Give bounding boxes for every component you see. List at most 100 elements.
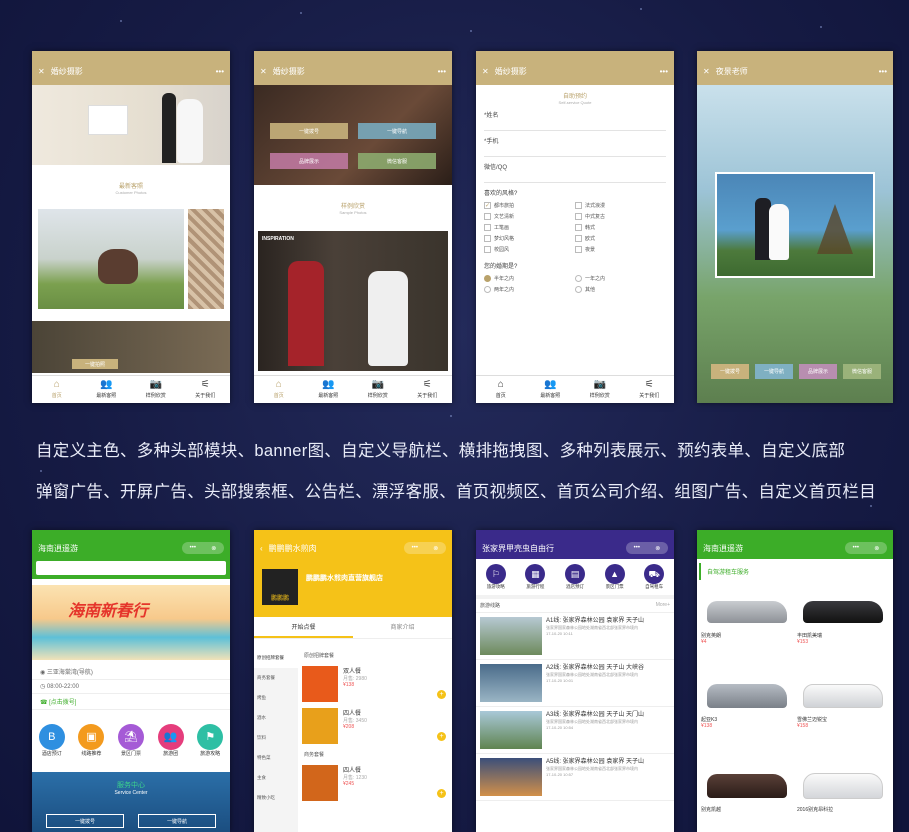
style-option[interactable]: ✓ 都市旅拍 [484, 202, 575, 209]
capsule-menu[interactable]: ••• ⊗ [404, 542, 446, 554]
call-button[interactable]: 一键拨号 [711, 364, 749, 379]
capsule-menu[interactable]: ••• ⊗ [845, 542, 887, 554]
menu-item[interactable]: 四人餐 月售: 3450 ¥208 + [302, 705, 448, 747]
client-photo-side[interactable] [188, 209, 224, 309]
category-item[interactable]: 烤鱼 [254, 688, 298, 708]
quick-guide[interactable]: ⚑ 旅游攻略 [197, 724, 224, 757]
brand-button[interactable]: 品牌展示 [270, 153, 348, 169]
wechat-field[interactable] [484, 173, 666, 183]
tab-home[interactable]: ⌂ 首页 [476, 376, 526, 403]
car-card[interactable]: 2016别克昂科拉 [797, 766, 889, 813]
tab-home[interactable]: ⌂ 首页 [254, 376, 304, 403]
tab-samples[interactable]: 📷 样例欣赏 [575, 376, 625, 403]
close-icon[interactable]: ✕ [260, 67, 267, 76]
back-icon[interactable]: ‹ [260, 544, 263, 553]
quick-hotel[interactable]: B 酒店预订 [38, 724, 65, 757]
style-option[interactable]: 韩式 [575, 224, 666, 231]
date-option[interactable]: 两年之内 [484, 286, 575, 293]
list-item[interactable]: A1线: 张家界森林公园 袁家界 天子山 张家界国家森林公园地处湖南省西北部张家界… [476, 613, 674, 660]
close-icon[interactable]: ✕ [703, 67, 710, 76]
tab-clients[interactable]: 👥 最新客照 [526, 376, 576, 403]
call-button[interactable]: 一键拨号 [46, 814, 124, 828]
capsule-menu[interactable]: ••• ⊗ [626, 542, 668, 554]
more-icon[interactable]: ••• [190, 545, 196, 551]
call-button[interactable]: 一键拍照 [72, 359, 118, 369]
close-circle-icon[interactable]: ⊗ [211, 545, 216, 552]
sample-photo[interactable]: INSPIRATION [258, 231, 448, 371]
car-card[interactable]: 别克英朗 ¥4 [701, 592, 793, 645]
more-icon[interactable]: ••• [216, 67, 224, 76]
banner[interactable]: 海南新春行 [32, 585, 230, 660]
car-card[interactable]: 起亚K3 ¥138 [701, 676, 793, 729]
quick-group[interactable]: 👥 旅游团 [157, 724, 184, 757]
more-icon[interactable]: ••• [879, 67, 887, 76]
second-banner[interactable]: 一键拍照 [32, 321, 230, 373]
close-circle-icon[interactable]: ⊗ [433, 545, 438, 552]
quick-ticket[interactable]: ▲ 景区门票 [604, 564, 625, 590]
quick-ticket[interactable]: ⛱ 景区门票 [117, 724, 144, 757]
close-icon[interactable]: ✕ [38, 67, 45, 76]
tab-order[interactable]: 开始点餐 [254, 617, 353, 638]
category-item[interactable]: 特色菜 [254, 748, 298, 768]
quick-car[interactable]: ⛟ 自驾租车 [644, 564, 665, 590]
close-circle-icon[interactable]: ⊗ [874, 545, 879, 552]
date-option[interactable]: 半年之内 [484, 275, 575, 282]
wechat-button[interactable]: 微信客服 [843, 364, 881, 379]
list-item[interactable]: A5线: 张家界森林公园 袁家界 天子山 张家界国家森林公园地处湖南省西北部张家界… [476, 754, 674, 801]
name-field[interactable] [484, 121, 666, 131]
nav-button[interactable]: 一键导航 [358, 123, 436, 139]
phone-field[interactable] [484, 147, 666, 157]
menu-item[interactable]: 四人餐 月售: 1230 ¥245 + [302, 762, 448, 804]
add-icon[interactable]: + [437, 690, 446, 699]
tab-samples[interactable]: 📷 样例欣赏 [353, 376, 403, 403]
more-icon[interactable]: ••• [438, 67, 446, 76]
popup-ad-image[interactable] [715, 172, 875, 278]
tab-clients[interactable]: 👥 最新客照 [304, 376, 354, 403]
style-option[interactable]: 欧式 [575, 235, 666, 242]
quick-trip[interactable]: ▦ 旅游行程 [525, 564, 546, 590]
tab-about[interactable]: ⚟ 关于我们 [181, 376, 231, 403]
quick-hotel[interactable]: ▤ 酒店预订 [564, 564, 585, 590]
tab-home[interactable]: ⌂ 首页 [32, 376, 82, 403]
capsule-menu[interactable]: ••• ⊗ [182, 542, 224, 554]
add-icon[interactable]: + [437, 789, 446, 798]
list-item[interactable]: A3线: 张家界森林公园 天子山 天门山 张家界国家森林公园地处湖南省西北部张家界… [476, 707, 674, 754]
style-option[interactable]: 工笔画 [484, 224, 575, 231]
style-option[interactable]: 中式复古 [575, 213, 666, 220]
search-input[interactable] [36, 561, 226, 575]
style-option[interactable]: 梦幻风格 [484, 235, 575, 242]
style-option[interactable]: 法式浪漫 [575, 202, 666, 209]
style-option[interactable]: 校园风 [484, 246, 575, 253]
car-card[interactable]: 别克凯越 [701, 766, 793, 813]
date-option[interactable]: 一年之内 [575, 275, 666, 282]
category-item[interactable]: 饮料 [254, 728, 298, 748]
close-circle-icon[interactable]: ⊗ [655, 545, 660, 552]
add-icon[interactable]: + [437, 732, 446, 741]
menu-item[interactable]: 双人餐 月售: 2980 ¥138 + [302, 663, 448, 705]
tab-clients[interactable]: 👥 最新客照 [82, 376, 132, 403]
tab-about[interactable]: ⚟ 关于我们 [625, 376, 675, 403]
call-link[interactable]: [点击拨号] [49, 700, 76, 706]
car-card[interactable]: 雪佛兰迈锐宝 ¥158 [797, 676, 889, 729]
tab-about[interactable]: ⚟ 关于我们 [403, 376, 453, 403]
tab-samples[interactable]: 📷 样例欣赏 [131, 376, 181, 403]
tab-intro[interactable]: 商家介绍 [353, 617, 452, 638]
list-item[interactable]: A2线: 张家界森林公园 天子山 大峡谷 张家界国家森林公园地处湖南省西北部张家界… [476, 660, 674, 707]
car-card[interactable]: 丰田凯美瑞 ¥153 [797, 592, 889, 645]
more-icon[interactable]: ••• [853, 545, 859, 551]
more-icon[interactable]: ••• [634, 545, 640, 551]
style-option[interactable]: 文艺清新 [484, 213, 575, 220]
banner-photo[interactable] [32, 85, 230, 165]
category-item[interactable]: 酒水 [254, 708, 298, 728]
style-option[interactable]: 夜景 [575, 246, 666, 253]
client-photo[interactable] [38, 209, 184, 309]
address-text[interactable]: 三亚海棠湾(导航) [47, 670, 93, 676]
nav-button[interactable]: 一键导航 [138, 814, 216, 828]
quick-guide[interactable]: ⚐ 旅游攻略 [485, 564, 506, 590]
category-item[interactable]: 原创招牌套餐 [254, 648, 298, 668]
more-icon[interactable]: ••• [660, 67, 668, 76]
date-option[interactable]: 其他 [575, 286, 666, 293]
nav-button[interactable]: 一键导航 [755, 364, 793, 379]
category-item[interactable]: 主食 [254, 768, 298, 788]
category-item[interactable]: 精致小吃 [254, 788, 298, 808]
